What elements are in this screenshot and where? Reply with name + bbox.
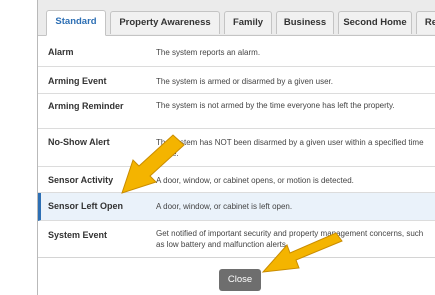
row-name: Arming Event bbox=[48, 76, 107, 86]
list-item-sensor-left-open[interactable]: Sensor Left Open A door, window, or cabi… bbox=[38, 193, 435, 221]
tab-standard[interactable]: Standard bbox=[46, 10, 106, 36]
row-description: A door, window, or cabinet opens, or mot… bbox=[156, 176, 354, 185]
row-name: System Event bbox=[48, 230, 108, 240]
tab-property-awareness[interactable]: Property Awareness bbox=[110, 11, 220, 34]
tab-bar: Standard Property Awareness Family Busin… bbox=[38, 0, 435, 36]
tab-family[interactable]: Family bbox=[224, 11, 272, 34]
close-button[interactable]: Close bbox=[219, 269, 261, 291]
row-name: No-Show Alert bbox=[48, 137, 110, 147]
row-description: Get notified of important security and p… bbox=[156, 229, 424, 249]
dialog-footer: Close bbox=[38, 257, 435, 295]
list-item-arming-reminder[interactable]: Arming Reminder The system is not armed … bbox=[38, 94, 435, 129]
notification-type-dialog: Standard Property Awareness Family Busin… bbox=[37, 0, 435, 295]
row-description: The system is armed or disarmed by a giv… bbox=[156, 77, 333, 86]
list-item-no-show-alert[interactable]: No-Show Alert The system has NOT been di… bbox=[38, 129, 435, 167]
row-name: Arming Reminder bbox=[48, 101, 124, 111]
list-item-arming-event[interactable]: Arming Event The system is armed or disa… bbox=[38, 67, 435, 94]
row-description: A door, window, or cabinet is left open. bbox=[156, 202, 293, 211]
tab-second-home[interactable]: Second Home bbox=[338, 11, 412, 34]
row-name: Sensor Activity bbox=[48, 175, 114, 185]
row-description: The system reports an alarm. bbox=[156, 48, 261, 57]
row-name: Alarm bbox=[48, 47, 74, 57]
row-description: The system is not armed by the time ever… bbox=[156, 101, 395, 110]
row-description: The system has NOT been disarmed by a gi… bbox=[156, 138, 424, 158]
list-item-sensor-activity[interactable]: Sensor Activity A door, window, or cabin… bbox=[38, 167, 435, 193]
row-name: Sensor Left Open bbox=[48, 201, 124, 211]
tab-partial[interactable]: Re bbox=[416, 11, 435, 34]
list-item-system-event[interactable]: System Event Get notified of important s… bbox=[38, 221, 435, 257]
tab-business[interactable]: Business bbox=[276, 11, 334, 34]
list-item-alarm[interactable]: Alarm The system reports an alarm. bbox=[38, 36, 435, 67]
